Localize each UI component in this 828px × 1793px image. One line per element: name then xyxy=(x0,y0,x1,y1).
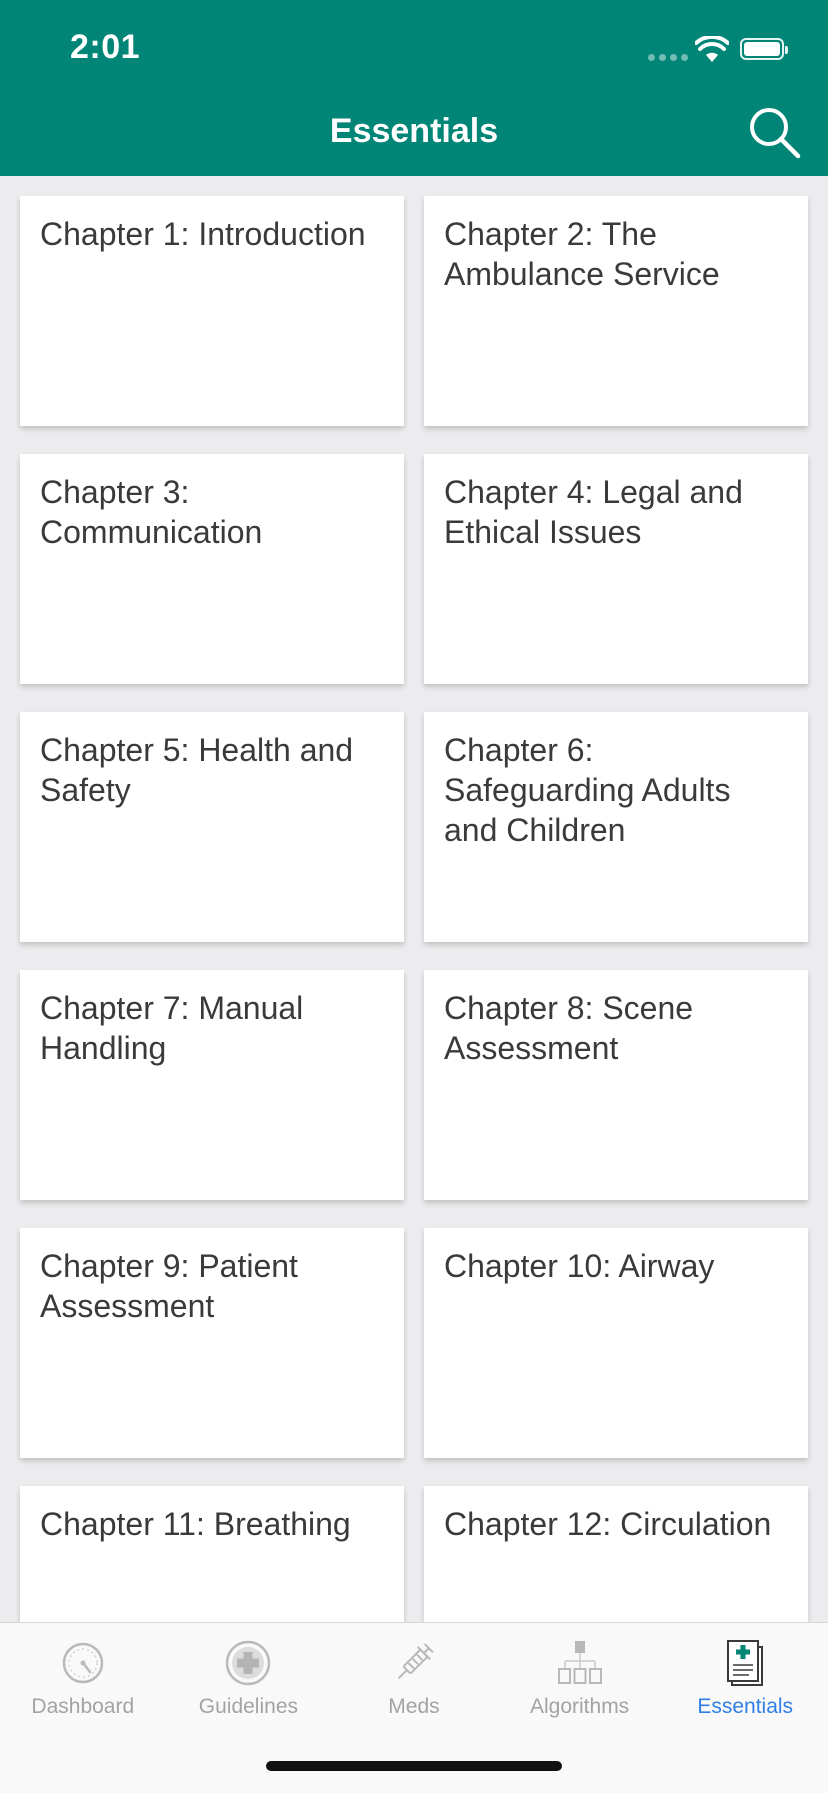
status-indicators xyxy=(628,36,798,66)
chapter-title: Chapter 2: The Ambulance Service xyxy=(444,216,720,292)
tab-label: Algorithms xyxy=(529,1695,630,1718)
wifi-icon xyxy=(695,36,729,62)
home-indicator[interactable] xyxy=(266,1761,562,1771)
chapter-title: Chapter 5: Health and Safety xyxy=(40,732,354,808)
chapter-card-3[interactable]: Chapter 3: Communication xyxy=(20,454,404,684)
chapter-card-7[interactable]: Chapter 7: Manual Handling xyxy=(20,970,404,1200)
chapter-card-1[interactable]: Chapter 1: Introduction xyxy=(20,196,404,426)
chapter-card-10[interactable]: Chapter 10: Airway xyxy=(424,1228,808,1458)
chapter-card-6[interactable]: Chapter 6: Safeguarding Adults and Child… xyxy=(424,712,808,942)
tab-algorithms[interactable]: Algorithms xyxy=(497,1623,663,1733)
chapter-title: Chapter 10: Airway xyxy=(444,1248,715,1284)
flowchart-icon xyxy=(557,1641,602,1684)
page-title: Essentials xyxy=(329,112,499,150)
chapter-title: Chapter 6: Safeguarding Adults and Child… xyxy=(444,732,731,848)
chapter-title: Chapter 1: Introduction xyxy=(40,216,366,252)
tab-label: Guidelines xyxy=(198,1695,298,1718)
tab-label: Essentials xyxy=(697,1695,794,1718)
dashboard-gauge-icon xyxy=(62,1642,104,1684)
chapter-title: Chapter 3: Communication xyxy=(40,474,263,550)
chapter-title: Chapter 12: Circulation xyxy=(444,1506,772,1542)
chapter-title: Chapter 8: Scene Assessment xyxy=(444,990,694,1066)
tab-guidelines[interactable]: Guidelines xyxy=(166,1623,332,1733)
chapter-card-2[interactable]: Chapter 2: The Ambulance Service xyxy=(424,196,808,426)
syringe-icon xyxy=(398,1643,434,1679)
chapter-title: Chapter 11: Breathing xyxy=(40,1506,351,1542)
cellular-signal-icon xyxy=(648,54,688,61)
document-medical-icon xyxy=(727,1640,764,1686)
app-header: 2:01 Essentials xyxy=(0,0,828,176)
chapter-title: Chapter 9: Patient Assessment xyxy=(40,1248,298,1324)
tab-essentials[interactable]: Essentials xyxy=(662,1623,828,1733)
chapter-card-4[interactable]: Chapter 4: Legal and Ethical Issues xyxy=(424,454,808,684)
chapter-card-9[interactable]: Chapter 9: Patient Assessment xyxy=(20,1228,404,1458)
tab-meds[interactable]: Meds xyxy=(331,1623,497,1733)
battery-icon xyxy=(740,38,788,60)
chapter-title: Chapter 7: Manual Handling xyxy=(40,990,304,1066)
chapter-card-5[interactable]: Chapter 5: Health and Safety xyxy=(20,712,404,942)
status-time: 2:01 xyxy=(70,28,141,66)
chapter-title: Chapter 4: Legal and Ethical Issues xyxy=(444,474,743,550)
tab-dashboard[interactable]: Dashboard xyxy=(0,1623,166,1733)
tab-label: Dashboard xyxy=(31,1695,135,1718)
chapter-grid: Chapter 1: Introduction Chapter 2: The A… xyxy=(20,196,808,1716)
tab-label: Meds xyxy=(388,1695,440,1718)
search-icon[interactable] xyxy=(744,102,804,162)
chapter-card-8[interactable]: Chapter 8: Scene Assessment xyxy=(424,970,808,1200)
medical-cross-icon xyxy=(226,1640,271,1686)
